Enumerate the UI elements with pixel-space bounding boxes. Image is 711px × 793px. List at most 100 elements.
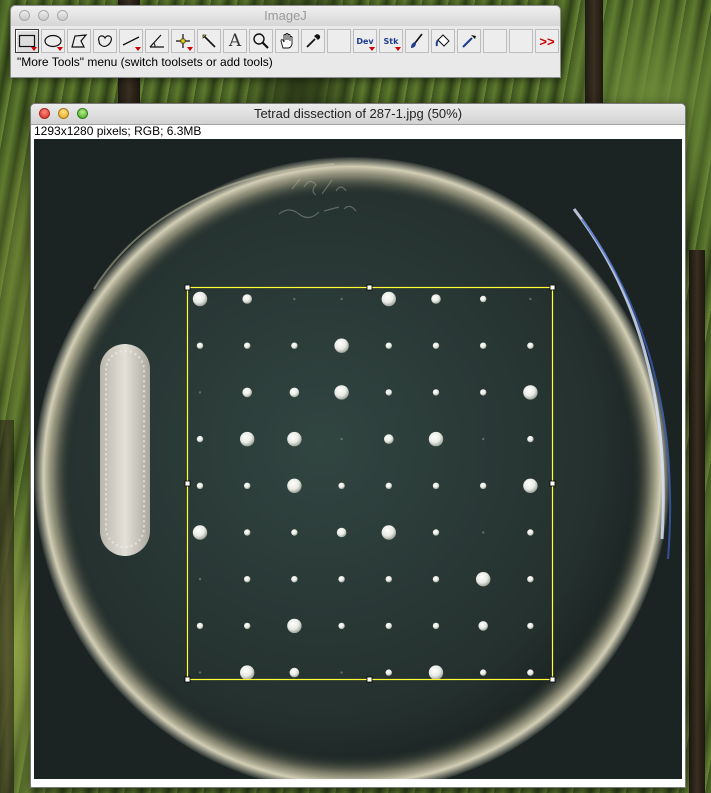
yeast-colony (196, 342, 204, 349)
freehand-selection-icon[interactable] (93, 29, 117, 53)
imagej-title-bar[interactable]: ImageJ (11, 6, 560, 26)
rectangle-selection-icon[interactable] (15, 29, 39, 53)
yeast-colony (385, 389, 392, 396)
roi-handle[interactable] (549, 284, 556, 291)
color-picker-icon[interactable] (301, 29, 325, 53)
yeast-colony (340, 297, 343, 301)
yeast-colony (428, 431, 444, 447)
yeast-colony (334, 338, 349, 353)
yeast-colony (527, 435, 534, 443)
yeast-colony (478, 621, 489, 631)
roi-handle[interactable] (184, 676, 191, 683)
yeast-colony (482, 437, 485, 441)
minimize-button[interactable] (38, 10, 49, 21)
yeast-colony (242, 387, 252, 398)
flood-fill-icon[interactable] (431, 29, 455, 53)
yeast-colony (287, 478, 302, 493)
yeast-colony (527, 669, 534, 676)
yeast-colony (198, 671, 202, 674)
yeast-colony (192, 291, 208, 307)
brush-tool-icon[interactable] (405, 29, 429, 53)
yeast-colony (198, 578, 202, 581)
more-tools-icon[interactable]: >> (535, 29, 559, 53)
yeast-colony (198, 391, 202, 394)
close-button[interactable] (19, 10, 30, 21)
roi-handle[interactable] (549, 676, 556, 683)
yeast-colony (287, 618, 302, 634)
imagej-title: ImageJ (264, 8, 307, 23)
yeast-colony (338, 622, 345, 630)
yeast-colony (432, 389, 440, 396)
zoom-button[interactable] (57, 10, 68, 21)
imagej-toolbar-window: ImageJ A Dev Stk >> "More Tools" menu (s… (10, 5, 561, 78)
yeast-colony (242, 294, 252, 304)
yeast-colony (431, 294, 441, 304)
yeast-colony (336, 527, 347, 538)
yeast-colony (381, 525, 396, 540)
yeast-colony (385, 342, 392, 349)
roi-handle[interactable] (366, 676, 373, 683)
yeast-colony (244, 529, 251, 536)
image-title: Tetrad dissection of 287-1.jpg (50%) (253, 106, 463, 121)
minimize-button[interactable] (58, 108, 69, 119)
yeast-colony (385, 669, 392, 676)
roi-handle[interactable] (549, 480, 556, 487)
yeast-colony (244, 622, 251, 630)
hand-scroll-icon[interactable] (275, 29, 299, 53)
polygon-selection-icon[interactable] (67, 29, 91, 53)
empty-slot (483, 29, 507, 53)
yeast-colony (293, 297, 296, 301)
yeast-colony (432, 342, 440, 349)
wand-tool-icon[interactable] (197, 29, 221, 53)
roi-handle[interactable] (366, 284, 373, 291)
stack-menu-label: Stk (383, 36, 399, 46)
line-selection-icon[interactable] (119, 29, 143, 53)
yeast-colony (476, 572, 491, 587)
yeast-colony (480, 342, 487, 349)
yeast-colony (244, 576, 251, 583)
roi-handle[interactable] (184, 284, 191, 291)
yeast-colony (482, 531, 485, 534)
close-button[interactable] (39, 108, 50, 119)
yeast-colony (432, 482, 440, 489)
yeast-colony (527, 622, 534, 630)
image-title-bar[interactable]: Tetrad dissection of 287-1.jpg (50%) (31, 104, 685, 125)
stack-menu-icon[interactable]: Stk (379, 29, 403, 53)
yeast-colony (432, 576, 440, 583)
yeast-colony (240, 665, 255, 680)
yeast-colony (291, 529, 298, 536)
yeast-colony (432, 529, 440, 536)
angle-tool-icon[interactable] (145, 29, 169, 53)
yeast-colony (196, 622, 204, 630)
yeast-colony (480, 295, 487, 303)
image-canvas[interactable] (34, 139, 682, 779)
image-info: 1293x1280 pixels; RGB; 6.3MB (34, 124, 202, 138)
empty-slot (327, 29, 351, 53)
yeast-colony (291, 342, 298, 349)
point-tool-icon[interactable] (171, 29, 195, 53)
text-tool-icon[interactable]: A (223, 29, 247, 53)
yeast-colony (291, 576, 298, 583)
oval-selection-icon[interactable] (41, 29, 65, 53)
dev-menu-icon[interactable]: Dev (353, 29, 377, 53)
empty-slot (509, 29, 533, 53)
magnifying-glass-icon[interactable] (249, 29, 273, 53)
yeast-colony (480, 482, 487, 489)
image-window: Tetrad dissection of 287-1.jpg (50%) 129… (30, 103, 686, 788)
yeast-colony (480, 669, 487, 676)
dev-menu-label: Dev (356, 36, 374, 46)
yeast-colony (244, 482, 251, 489)
text-tool-label: A (228, 31, 242, 51)
yeast-colony (432, 622, 440, 630)
yeast-colony (240, 431, 255, 447)
zoom-button[interactable] (77, 108, 88, 119)
yeast-streak (100, 344, 150, 556)
roi-handle[interactable] (184, 480, 191, 487)
yeast-colony (287, 431, 302, 447)
pipette-tool-icon[interactable] (457, 29, 481, 53)
yeast-colony (334, 385, 349, 400)
yeast-colony (196, 435, 204, 443)
imagej-status-text: "More Tools" menu (switch toolsets or ad… (17, 55, 273, 69)
yeast-colony (244, 342, 251, 349)
yeast-colony (196, 482, 204, 489)
